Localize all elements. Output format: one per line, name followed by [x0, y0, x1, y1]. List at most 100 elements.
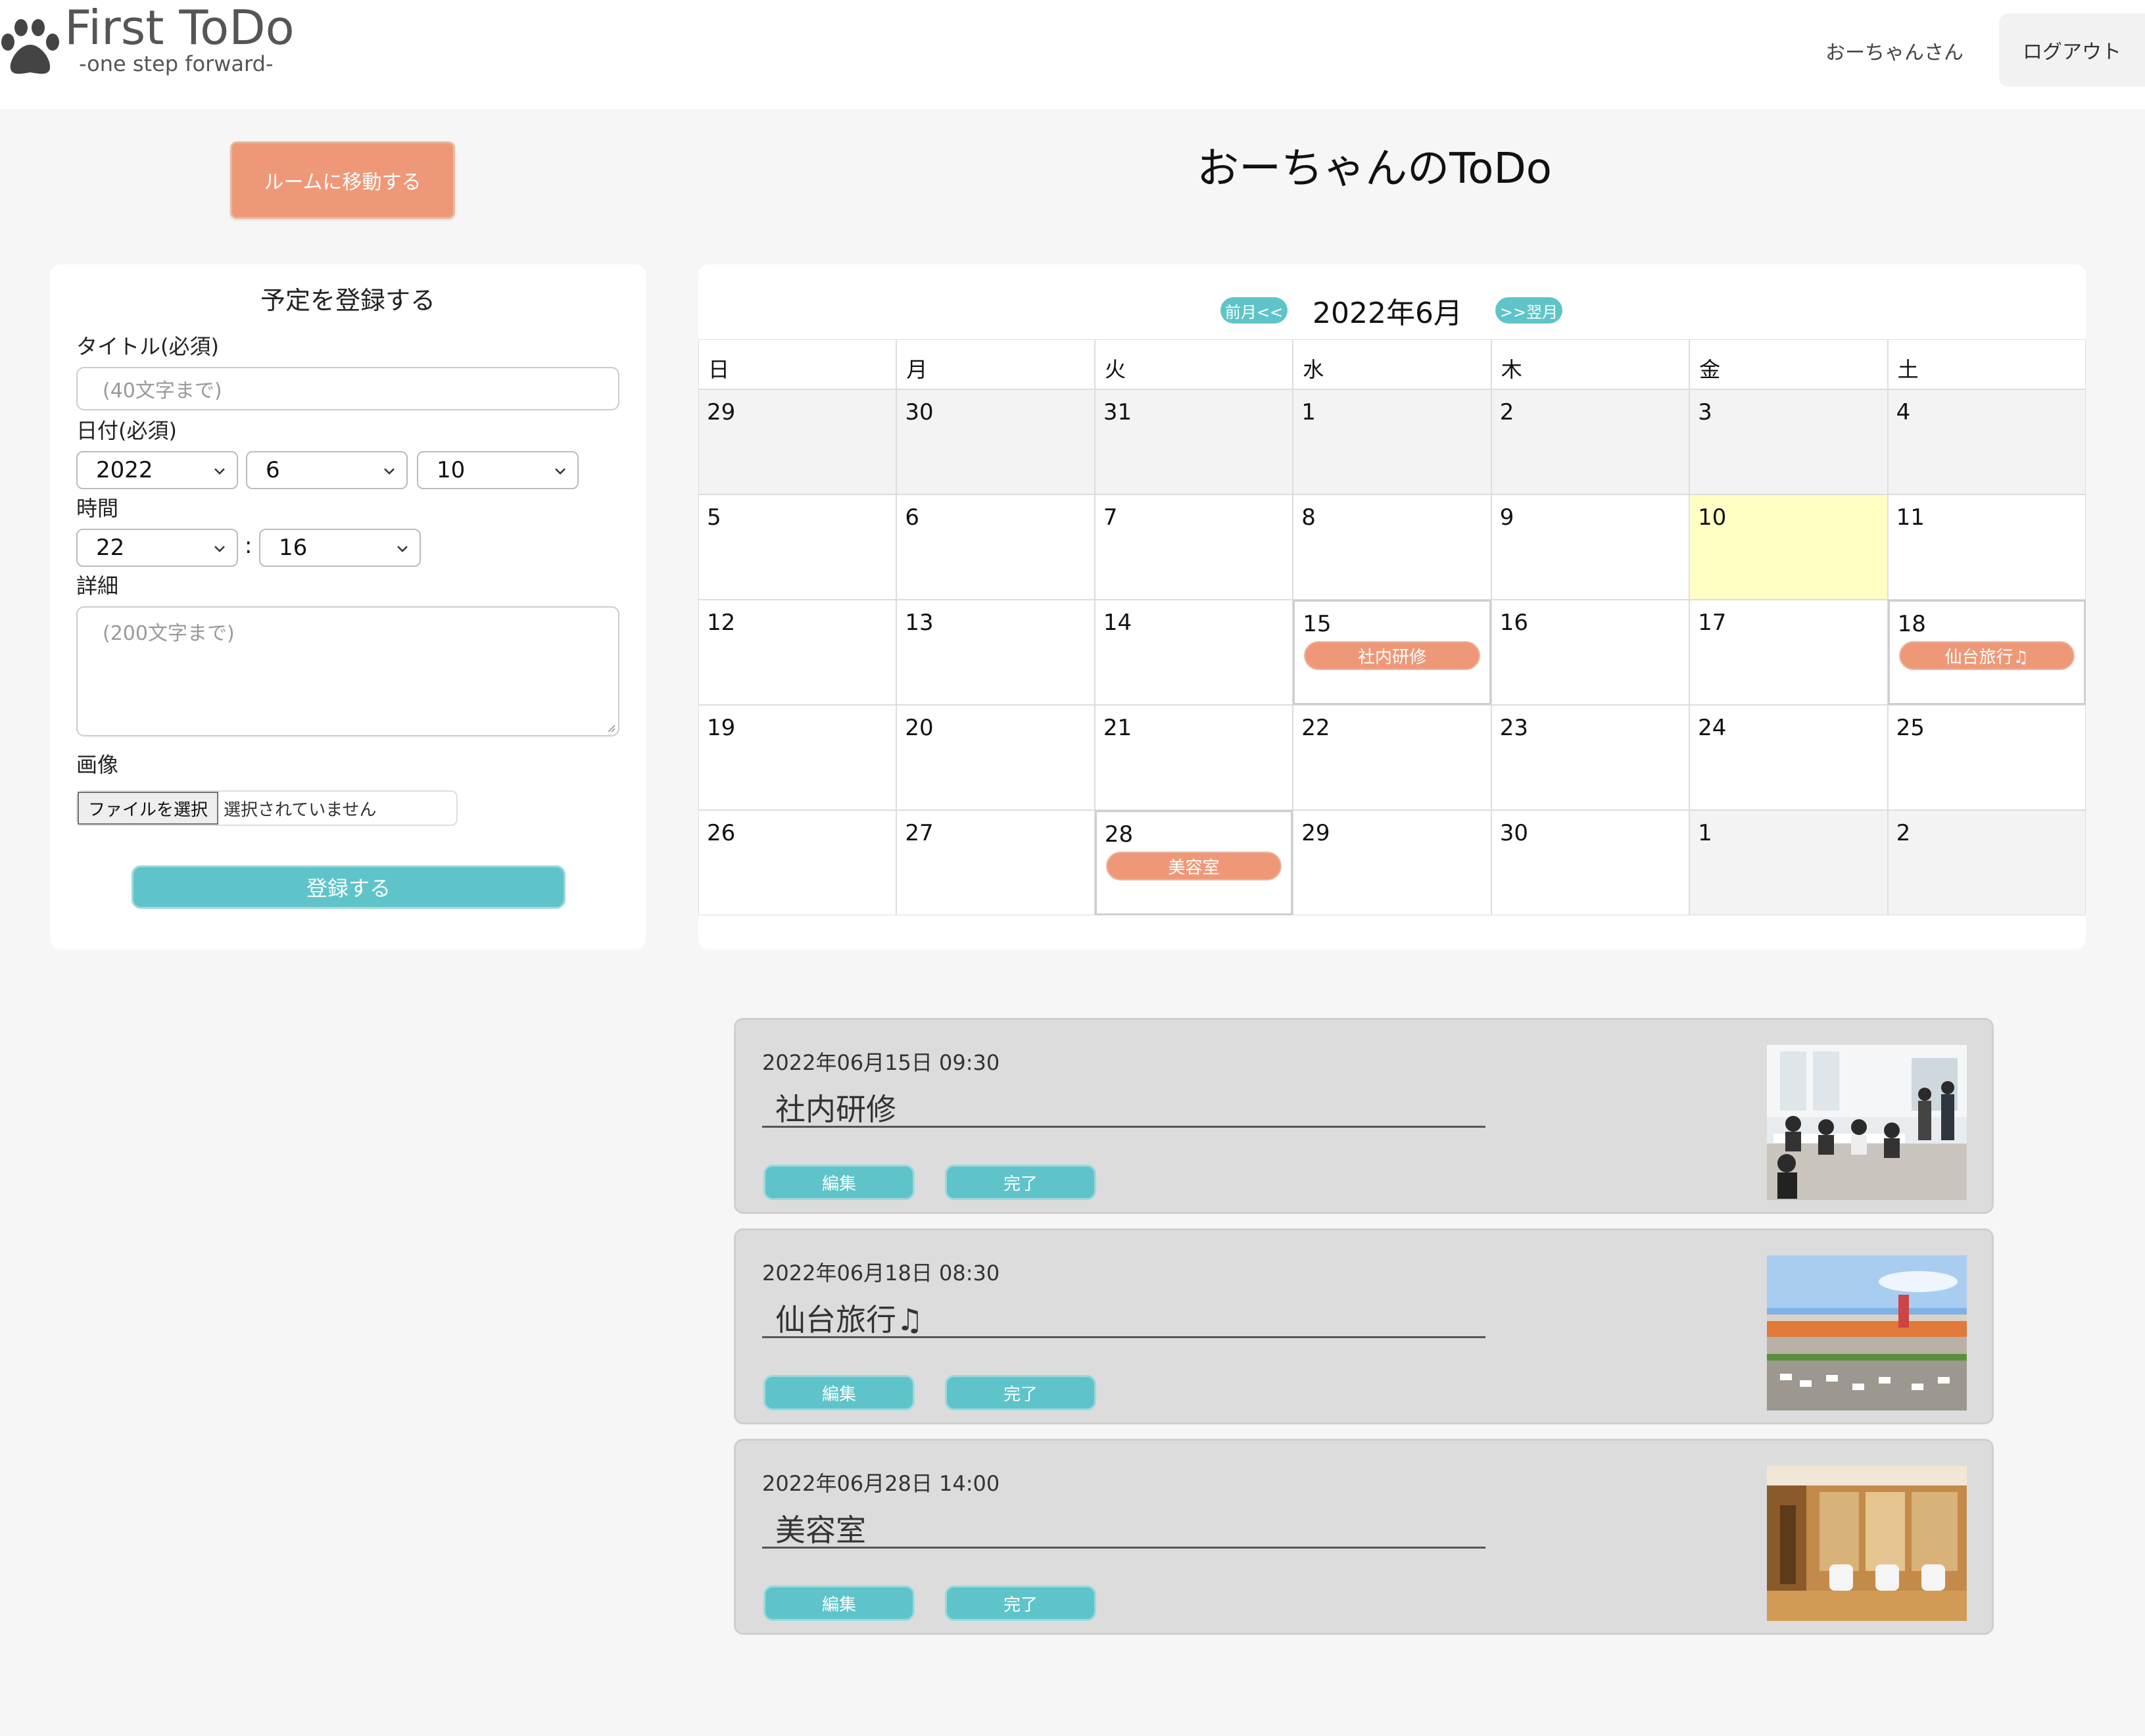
calendar-day[interactable]: 14 — [1094, 600, 1293, 705]
calendar-day[interactable]: 7 — [1094, 494, 1293, 600]
calendar-day[interactable]: 25 — [1887, 705, 2086, 810]
calendar-event-badge[interactable]: 仙台旅行♫ — [1898, 641, 2075, 670]
calendar-day[interactable]: 30 — [896, 389, 1095, 494]
calendar-day[interactable]: 29 — [698, 389, 897, 494]
year-select[interactable]: 2022 — [76, 451, 238, 489]
calendar-day-number: 17 — [1698, 610, 1727, 636]
choose-file-button[interactable]: ファイルを選択 — [78, 792, 219, 825]
calendar-day[interactable]: 19 — [698, 705, 897, 810]
prev-month-button[interactable]: 前月<< — [1220, 297, 1288, 324]
calendar-day[interactable]: 20 — [896, 705, 1095, 810]
resize-grip-icon[interactable] — [605, 722, 615, 733]
image-label: 画像 — [76, 752, 119, 777]
calendar-day[interactable]: 9 — [1491, 494, 1690, 600]
calendar-day[interactable]: 2 — [1887, 810, 2086, 915]
edit-button[interactable]: 編集 — [763, 1165, 915, 1200]
calendar-day-number: 13 — [905, 610, 934, 636]
calendar-day[interactable]: 28 美容室 — [1094, 810, 1293, 915]
calendar-day[interactable]: 24 — [1689, 705, 1888, 810]
calendar-day[interactable]: 8 — [1293, 494, 1491, 600]
calendar-day[interactable]: 31 — [1094, 389, 1293, 494]
calendar-day[interactable]: 21 — [1094, 705, 1293, 810]
calendar-day-today[interactable]: 10 — [1689, 494, 1888, 600]
calendar-event-badge[interactable]: 社内研修 — [1304, 641, 1480, 670]
day-select[interactable]: 10 — [417, 451, 579, 489]
calendar-day[interactable]: 6 — [896, 494, 1095, 600]
calendar-day[interactable]: 18 仙台旅行♫ — [1887, 600, 2086, 705]
calendar-day-number: 6 — [905, 504, 920, 531]
calendar-day-number: 30 — [1499, 820, 1528, 846]
form-heading: 予定を登録する — [260, 286, 435, 315]
register-button[interactable]: 登録する — [132, 865, 566, 909]
todo-datetime: 2022年06月15日 09:30 — [762, 1050, 1000, 1075]
calendar-day[interactable]: 2 — [1491, 389, 1690, 494]
chevron-down-icon — [214, 468, 225, 475]
brand-title: First ToDo — [64, 0, 295, 55]
calendar-day[interactable]: 1 — [1689, 810, 1888, 915]
calendar-day[interactable]: 13 — [896, 600, 1095, 705]
calendar-weekday-row: 日月火水木金土 — [698, 339, 2086, 389]
edit-button[interactable]: 編集 — [763, 1585, 915, 1621]
next-month-button[interactable]: >>翌月 — [1495, 297, 1562, 324]
chevron-down-icon — [214, 546, 225, 552]
title-input[interactable]: (40文字まで) — [76, 367, 619, 410]
calendar-day-number: 29 — [1301, 820, 1330, 846]
month-value: 6 — [266, 457, 280, 483]
todo-card: 2022年06月18日 08:30 仙台旅行♫ 編集 完了 — [734, 1228, 1994, 1424]
calendar-day[interactable]: 17 — [1689, 600, 1888, 705]
calendar-week-row: 5 6 7 8 9 10 11 — [698, 494, 2086, 600]
minute-value: 16 — [279, 535, 308, 561]
calendar-day[interactable]: 15 社内研修 — [1293, 600, 1491, 705]
minute-select[interactable]: 16 — [259, 529, 421, 567]
calendar-day-number: 31 — [1103, 399, 1132, 425]
calendar-day[interactable]: 16 — [1491, 600, 1690, 705]
chevron-down-icon — [397, 546, 408, 552]
calendar-day-number: 28 — [1104, 821, 1134, 848]
calendar-day-number: 15 — [1303, 611, 1332, 637]
complete-button[interactable]: 完了 — [945, 1165, 1096, 1200]
calendar-day[interactable]: 30 — [1491, 810, 1690, 915]
brand-subtitle: -one step forward- — [79, 51, 274, 76]
calendar-day[interactable]: 5 — [698, 494, 897, 600]
sendai-station-photo — [1767, 1255, 1967, 1410]
calendar-day[interactable]: 27 — [896, 810, 1095, 915]
detail-textarea[interactable]: (200文字まで) — [76, 606, 619, 736]
calendar-day-number: 23 — [1499, 715, 1528, 741]
calendar-day[interactable]: 23 — [1491, 705, 1690, 810]
chevron-down-icon — [384, 468, 395, 475]
complete-button[interactable]: 完了 — [945, 1375, 1096, 1410]
calendar-event-badge[interactable]: 美容室 — [1105, 852, 1282, 880]
calendar-day-number: 5 — [707, 504, 721, 531]
todo-datetime: 2022年06月18日 08:30 — [762, 1261, 1000, 1286]
todo-card: 2022年06月15日 09:30 社内研修編集 完了 — [734, 1018, 1994, 1214]
calendar-day[interactable]: 26 — [698, 810, 897, 915]
calendar-day[interactable]: 29 — [1293, 810, 1491, 915]
calendar-grid: 日月火水木金土 29 30 31 1 2 3 4 5 6 7 8 9 10 11 12 13 14 15 社内研修 16… — [698, 339, 2086, 915]
calendar-day[interactable]: 1 — [1293, 389, 1491, 494]
calendar-day[interactable]: 11 — [1887, 494, 2086, 600]
month-select[interactable]: 6 — [246, 451, 408, 489]
year-value: 2022 — [96, 457, 153, 483]
todo-title: 仙台旅行♫ — [762, 1296, 1485, 1338]
hour-select[interactable]: 22 — [76, 529, 238, 567]
image-file-input[interactable]: ファイルを選択 選択されていません — [76, 790, 458, 826]
calendar-day[interactable]: 3 — [1689, 389, 1888, 494]
move-to-room-button[interactable]: ルームに移動する — [230, 141, 455, 219]
calendar-day-number: 21 — [1103, 715, 1132, 741]
calendar-day-number: 27 — [905, 820, 934, 846]
user-name-link[interactable]: おーちゃんさん — [1825, 36, 1964, 65]
edit-button[interactable]: 編集 — [763, 1375, 915, 1410]
calendar-day-number: 24 — [1698, 715, 1727, 741]
calendar-day-number: 19 — [707, 715, 736, 741]
calendar-day[interactable]: 12 — [698, 600, 897, 705]
complete-button[interactable]: 完了 — [945, 1585, 1096, 1621]
calendar-day-number: 25 — [1896, 715, 1925, 741]
calendar-day[interactable]: 4 — [1887, 389, 2086, 494]
chevron-down-icon — [555, 468, 566, 475]
calendar-day[interactable]: 22 — [1293, 705, 1491, 810]
calendar-day-number: 16 — [1499, 610, 1528, 636]
todo-title: 社内研修 — [762, 1086, 1485, 1128]
calendar-day-number: 1 — [1698, 820, 1712, 846]
logout-button[interactable]: ログアウト — [1999, 13, 2145, 87]
time-label: 時間 — [76, 496, 119, 521]
